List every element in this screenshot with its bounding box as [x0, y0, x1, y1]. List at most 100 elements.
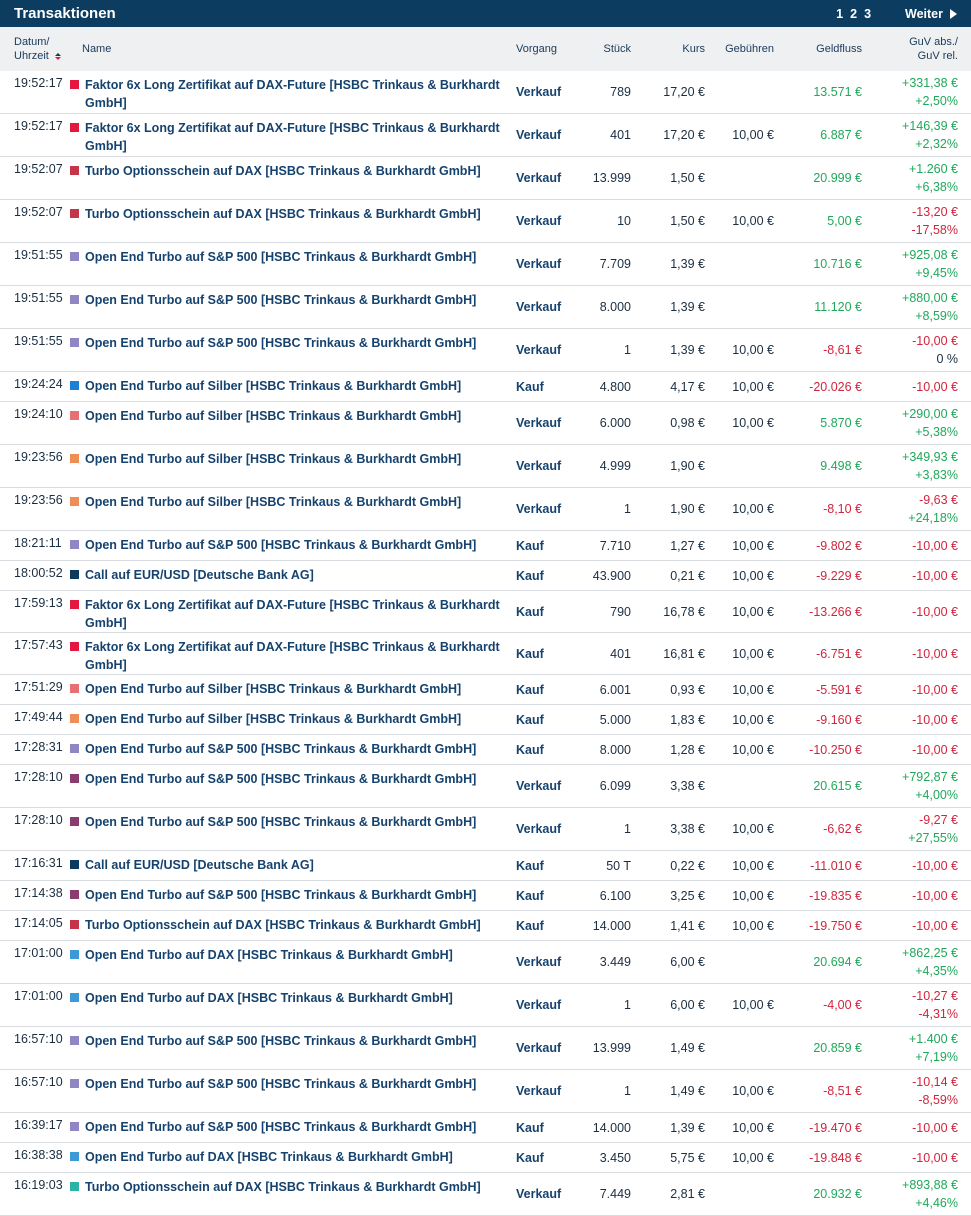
table-row[interactable]: 17:16:31 Call auf EUR/USD [Deutsche Bank …	[0, 850, 971, 881]
table-row[interactable]: 17:57:43 Faktor 6x Long Zertifikat auf DA…	[0, 632, 971, 675]
instrument-color-marker	[70, 890, 79, 899]
table-row[interactable]: 16:39:17 Open End Turbo auf S&P 500 [HSBC…	[0, 1112, 971, 1143]
instrument-color-marker	[70, 209, 79, 218]
table-row[interactable]: 16:38:38 Open End Turbo auf DAX [HSBC Tri…	[0, 1142, 971, 1173]
table-row[interactable]: 17:59:13 Faktor 6x Long Zertifikat auf DA…	[0, 590, 971, 633]
table-row[interactable]: 19:52:07 Turbo Optionsschein auf DAX [HSB…	[0, 199, 971, 243]
instrument-link[interactable]: Faktor 6x Long Zertifikat auf DAX-Future…	[85, 596, 516, 632]
instrument-link[interactable]: Open End Turbo auf S&P 500 [HSBC Trinkau…	[85, 1118, 476, 1136]
table-row[interactable]: 19:23:56 Open End Turbo auf Silber [HSBC …	[0, 444, 971, 488]
table-row[interactable]: 17:28:10 Open End Turbo auf S&P 500 [HSBC…	[0, 807, 971, 851]
instrument-link[interactable]: Open End Turbo auf S&P 500 [HSBC Trinkau…	[85, 536, 476, 554]
instrument-link[interactable]: Faktor 6x Long Zertifikat auf DAX-Future…	[85, 119, 516, 155]
instrument-link[interactable]: Open End Turbo auf S&P 500 [HSBC Trinkau…	[85, 1075, 476, 1093]
table-row[interactable]: 17:01:00 Open End Turbo auf DAX [HSBC Tri…	[0, 983, 971, 1027]
instrument-link[interactable]: Open End Turbo auf Silber [HSBC Trinkaus…	[85, 493, 461, 511]
instrument-link[interactable]: Open End Turbo auf S&P 500 [HSBC Trinkau…	[85, 886, 476, 904]
instrument-link[interactable]: Faktor 6x Long Zertifikat auf DAX-Future…	[85, 638, 516, 674]
column-label-datum: Datum/	[14, 36, 50, 48]
column-header-kurs[interactable]: Kurs	[631, 27, 705, 71]
instrument-link[interactable]: Turbo Optionsschein auf DAX [HSBC Trinka…	[85, 205, 481, 223]
instrument-link[interactable]: Open End Turbo auf S&P 500 [HSBC Trinkau…	[85, 248, 476, 266]
instrument-link[interactable]: Open End Turbo auf S&P 500 [HSBC Trinkau…	[85, 813, 476, 831]
row-guv-rel: +2,32%	[915, 137, 958, 151]
row-guv: -13,20 € -17,58%	[862, 199, 971, 243]
column-header-vorgang[interactable]: Vorgang	[516, 27, 574, 71]
row-guv: +1.260 € +6,38%	[862, 156, 971, 200]
column-header-geldfluss[interactable]: Geldfluss	[774, 27, 862, 71]
instrument-link[interactable]: Open End Turbo auf DAX [HSBC Trinkaus & …	[85, 1148, 453, 1166]
column-header-name[interactable]: Name	[70, 27, 516, 71]
row-guv: -9,27 € +27,55%	[862, 807, 971, 851]
page-link-1[interactable]: 1	[836, 7, 843, 21]
table-row[interactable]: 17:51:29 Open End Turbo auf Silber [HSBC …	[0, 674, 971, 705]
table-row[interactable]: 17:14:05 Turbo Optionsschein auf DAX [HSB…	[0, 910, 971, 941]
instrument-link[interactable]: Open End Turbo auf S&P 500 [HSBC Trinkau…	[85, 740, 476, 758]
table-row[interactable]: 19:24:10 Open End Turbo auf Silber [HSBC …	[0, 401, 971, 445]
page-link-2[interactable]: 2	[850, 7, 857, 21]
instrument-color-marker	[70, 540, 79, 549]
table-row[interactable]: 19:52:17 Faktor 6x Long Zertifikat auf DA…	[0, 113, 971, 157]
row-vorgang: Verkauf	[516, 156, 574, 200]
instrument-link[interactable]: Open End Turbo auf Silber [HSBC Trinkaus…	[85, 377, 461, 395]
row-kurs: 1,83 €	[631, 704, 705, 735]
transactions-table: Datum/ Uhrzeit Name Vorgang Stück Kurs G…	[0, 27, 971, 1216]
row-stueck: 6.000	[574, 401, 631, 445]
instrument-link[interactable]: Open End Turbo auf S&P 500 [HSBC Trinkau…	[85, 291, 476, 309]
table-row[interactable]: 19:52:17 Faktor 6x Long Zertifikat auf DA…	[0, 71, 971, 114]
row-time: 19:24:24	[0, 371, 70, 402]
table-row[interactable]: 16:57:10 Open End Turbo auf S&P 500 [HSBC…	[0, 1026, 971, 1070]
row-guv-abs: -9,27 €	[919, 813, 958, 827]
instrument-link[interactable]: Turbo Optionsschein auf DAX [HSBC Trinka…	[85, 1178, 481, 1196]
row-name-cell: Turbo Optionsschein auf DAX [HSBC Trinka…	[70, 199, 516, 243]
column-header-stueck[interactable]: Stück	[574, 27, 631, 71]
next-page-button[interactable]: Weiter	[905, 7, 957, 21]
table-row[interactable]: 16:57:10 Open End Turbo auf S&P 500 [HSBC…	[0, 1069, 971, 1113]
instrument-link[interactable]: Open End Turbo auf Silber [HSBC Trinkaus…	[85, 680, 461, 698]
table-row[interactable]: 18:21:11 Open End Turbo auf S&P 500 [HSBC…	[0, 530, 971, 561]
table-row[interactable]: 17:14:38 Open End Turbo auf S&P 500 [HSBC…	[0, 880, 971, 911]
instrument-link[interactable]: Faktor 6x Long Zertifikat auf DAX-Future…	[85, 76, 516, 112]
row-name-cell: Open End Turbo auf S&P 500 [HSBC Trinkau…	[70, 764, 516, 808]
instrument-link[interactable]: Open End Turbo auf S&P 500 [HSBC Trinkau…	[85, 334, 476, 352]
instrument-link[interactable]: Turbo Optionsschein auf DAX [HSBC Trinka…	[85, 916, 481, 934]
column-header-datum[interactable]: Datum/ Uhrzeit	[0, 27, 70, 71]
row-name-cell: Faktor 6x Long Zertifikat auf DAX-Future…	[70, 590, 516, 633]
table-row[interactable]: 18:00:52 Call auf EUR/USD [Deutsche Bank …	[0, 560, 971, 591]
instrument-link[interactable]: Open End Turbo auf DAX [HSBC Trinkaus & …	[85, 946, 453, 964]
instrument-link[interactable]: Open End Turbo auf Silber [HSBC Trinkaus…	[85, 710, 461, 728]
table-row[interactable]: 19:51:55 Open End Turbo auf S&P 500 [HSBC…	[0, 285, 971, 329]
instrument-link[interactable]: Open End Turbo auf S&P 500 [HSBC Trinkau…	[85, 770, 476, 788]
instrument-link[interactable]: Open End Turbo auf Silber [HSBC Trinkaus…	[85, 450, 461, 468]
instrument-color-marker	[70, 1122, 79, 1131]
row-geldfluss: 20.859 €	[774, 1026, 862, 1070]
row-guv: +146,39 € +2,32%	[862, 113, 971, 157]
instrument-link[interactable]: Turbo Optionsschein auf DAX [HSBC Trinka…	[85, 162, 481, 180]
column-header-gebuehren[interactable]: Gebühren	[705, 27, 774, 71]
instrument-link[interactable]: Call auf EUR/USD [Deutsche Bank AG]	[85, 566, 314, 584]
instrument-link[interactable]: Open End Turbo auf DAX [HSBC Trinkaus & …	[85, 989, 453, 1007]
table-row[interactable]: 19:51:55 Open End Turbo auf S&P 500 [HSBC…	[0, 328, 971, 372]
row-vorgang: Kauf	[516, 371, 574, 402]
instrument-link[interactable]: Open End Turbo auf Silber [HSBC Trinkaus…	[85, 407, 461, 425]
row-geldfluss: 20.615 €	[774, 764, 862, 808]
table-row[interactable]: 19:52:07 Turbo Optionsschein auf DAX [HSB…	[0, 156, 971, 200]
table-row[interactable]: 17:28:10 Open End Turbo auf S&P 500 [HSBC…	[0, 764, 971, 808]
table-row[interactable]: 19:24:24 Open End Turbo auf Silber [HSBC …	[0, 371, 971, 402]
page-link-3[interactable]: 3	[864, 7, 871, 21]
table-row[interactable]: 19:23:56 Open End Turbo auf Silber [HSBC …	[0, 487, 971, 531]
row-guv: -10,00 €	[862, 632, 971, 675]
row-geldfluss: 20.932 €	[774, 1172, 862, 1216]
table-row[interactable]: 19:51:55 Open End Turbo auf S&P 500 [HSBC…	[0, 242, 971, 286]
row-time: 16:57:10	[0, 1026, 70, 1070]
table-row[interactable]: 17:01:00 Open End Turbo auf DAX [HSBC Tri…	[0, 940, 971, 984]
table-row[interactable]: 16:19:03 Turbo Optionsschein auf DAX [HSB…	[0, 1172, 971, 1216]
column-header-guv[interactable]: GuV abs./ GuV rel.	[862, 27, 971, 71]
row-vorgang: Kauf	[516, 674, 574, 705]
table-row[interactable]: 17:49:44 Open End Turbo auf Silber [HSBC …	[0, 704, 971, 735]
table-row[interactable]: 17:28:31 Open End Turbo auf S&P 500 [HSBC…	[0, 734, 971, 765]
instrument-color-marker	[70, 744, 79, 753]
row-geldfluss: -19.848 €	[774, 1142, 862, 1173]
instrument-link[interactable]: Open End Turbo auf S&P 500 [HSBC Trinkau…	[85, 1032, 476, 1050]
instrument-link[interactable]: Call auf EUR/USD [Deutsche Bank AG]	[85, 856, 314, 874]
